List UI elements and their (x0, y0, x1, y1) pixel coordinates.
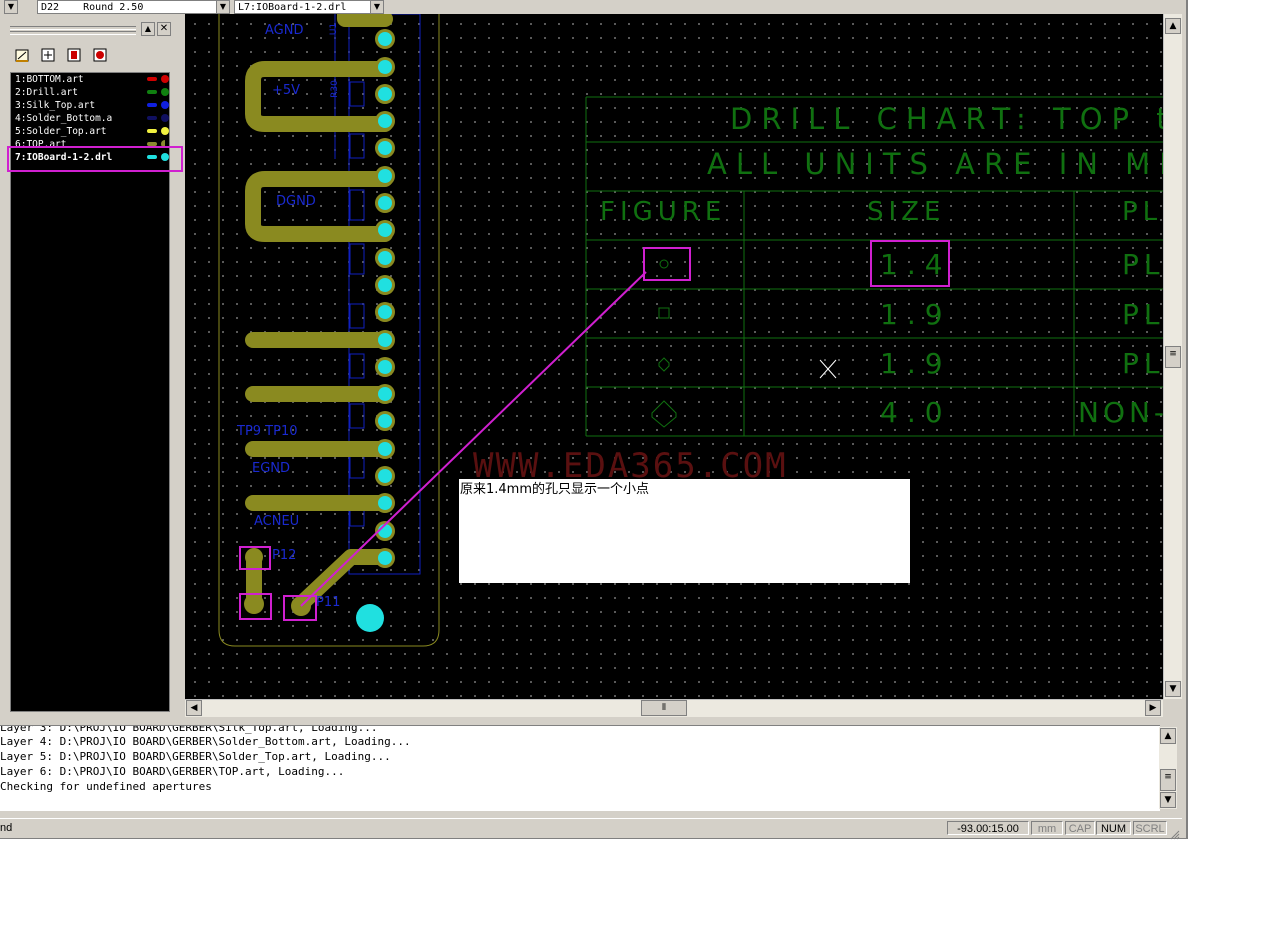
resize-grip-icon[interactable] (1170, 825, 1180, 840)
pcb-canvas[interactable]: AGND +5V DGND TP9 TP10 EGND ACNEU P12 P1… (185, 14, 1163, 699)
layer-color-dot (161, 127, 169, 135)
layer-label: 3:Silk_Top.art (15, 100, 96, 111)
layer-color-dot (161, 114, 169, 122)
dcode-select[interactable]: D22 Round 2.50 (37, 0, 217, 14)
drill-size-cell: 4.0 (880, 396, 952, 429)
layer-item-3[interactable]: 3:Silk_Top.art (15, 99, 169, 112)
panel-grip-2 (10, 31, 136, 35)
scroll-left-button[interactable]: ◀ (186, 700, 202, 716)
status-units: mm (1031, 821, 1063, 835)
panel-grip[interactable] (10, 26, 136, 30)
layer-label: 5:Solder_Top.art (15, 126, 107, 137)
drill-plated-cell: NON- (1078, 396, 1163, 429)
layer-color-swatch (147, 116, 157, 120)
layer-label: 2:Drill.art (15, 87, 78, 98)
horizontal-scrollbar[interactable]: ◀ ⦀ ▶ (185, 699, 1163, 717)
drill-plated-cell: PL (1122, 347, 1163, 380)
status-scrl: SCRL (1133, 821, 1167, 835)
layer-dropdown-button[interactable]: ▼ (370, 0, 384, 14)
chevron-down-icon[interactable]: ▼ (4, 0, 18, 14)
log-output: Layer 3: D:\PROJ\IO BOARD\GERBER\Silk_To… (0, 725, 1160, 811)
log-line: Layer 4: D:\PROJ\IO BOARD\GERBER\Solder_… (0, 735, 411, 748)
silk-label-tp9-tp10: TP9 TP10 (237, 424, 298, 439)
silk-label-acneu: ACNEU (254, 514, 300, 529)
drill-size-cell: 1.4 (880, 248, 952, 281)
layer-color-swatch (147, 90, 157, 94)
drill-chart-header-plated: PL (1122, 197, 1163, 227)
status-message: nd (0, 822, 13, 834)
app-window: ▼ D22 Round 2.50 ▼ L7:IOBoard-1-2.drl ▼ … (0, 0, 1188, 840)
silk-label-p12: P12 (272, 548, 297, 563)
scroll-down-button[interactable]: ▼ (1165, 681, 1181, 697)
log-scroll-down-button[interactable]: ▼ (1160, 792, 1176, 808)
drill-plated-cell: PL (1122, 298, 1163, 331)
panel-restore-button[interactable]: ▲ (141, 22, 155, 36)
drill-chart-header-size: SIZE (867, 197, 946, 227)
layer-item-2[interactable]: 2:Drill.art (15, 86, 169, 99)
horizontal-scroll-thumb[interactable]: ⦀ (641, 700, 687, 716)
silk-label-r30: R30 (329, 80, 340, 98)
layer-color-dot (161, 101, 169, 109)
vertical-scrollbar[interactable]: ▲ ≡ ▼ (1163, 14, 1182, 699)
status-num: NUM (1096, 821, 1131, 835)
silk-label-egnd: EGND (252, 461, 291, 476)
layer-color-dot (161, 88, 169, 96)
layer-label: 4:Solder_Bottom.a (15, 113, 113, 124)
drill-size-cell: 1.9 (880, 347, 952, 380)
drill-chart-units: ALL UNITS ARE IN MILL (707, 147, 1163, 181)
log-line: Layer 5: D:\PROJ\IO BOARD\GERBER\Solder_… (0, 750, 391, 763)
silk-label-u1: U1 (329, 22, 340, 36)
scroll-up-button[interactable]: ▲ (1165, 18, 1181, 34)
add-layer-icon[interactable] (39, 47, 57, 65)
layer-item-1[interactable]: 1:BOTTOM.art (15, 73, 169, 86)
vertical-scroll-thumb[interactable]: ≡ (1165, 346, 1181, 368)
status-cap: CAP (1065, 821, 1095, 835)
layer-item-5[interactable]: 5:Solder_Top.art (15, 125, 169, 138)
layer-label: 1:BOTTOM.art (15, 74, 84, 85)
silk-label-p11: P11 (316, 595, 341, 610)
panel-close-button[interactable]: ✕ (157, 22, 171, 36)
drill-plated-cell: PL (1122, 248, 1163, 281)
scroll-right-button[interactable]: ▶ (1145, 700, 1161, 716)
selected-layer-highlight (7, 146, 183, 172)
layer-color-swatch (147, 103, 157, 107)
layer-select[interactable]: L7:IOBoard-1-2.drl (234, 0, 374, 14)
log-line: Checking for undefined apertures (0, 780, 212, 793)
log-line: Layer 6: D:\PROJ\IO BOARD\GERBER\TOP.art… (0, 765, 345, 778)
layer-color-swatch (147, 129, 157, 133)
layer-color-dot (161, 75, 169, 83)
remove-layer-icon[interactable] (91, 47, 109, 65)
drill-size-cell: 1.9 (880, 298, 952, 331)
layer-props-icon[interactable] (65, 47, 83, 65)
annotation-note: 原来1.4mm的孔只显示一个小点 (459, 479, 910, 583)
silk-label-5v: +5V (272, 83, 301, 98)
dcode-dropdown-button[interactable]: ▼ (216, 0, 230, 14)
log-scroll-thumb[interactable]: ≡ (1160, 769, 1176, 791)
status-coords: -93.00:15.00 (947, 821, 1029, 835)
open-layer-icon[interactable] (13, 47, 31, 65)
log-scroll-up-button[interactable]: ▲ (1160, 728, 1176, 744)
status-bar: nd -93.00:15.00 mm CAP NUM SCRL (0, 818, 1182, 840)
log-scrollbar[interactable]: ▲ ≡ ▼ (1159, 727, 1177, 809)
drill-chart-title: DRILL CHART: TOP to (730, 102, 1163, 136)
drill-chart-header-figure: FIGURE (600, 197, 727, 227)
silk-label-agnd: AGND (265, 23, 304, 38)
layer-item-4[interactable]: 4:Solder_Bottom.a (15, 112, 169, 125)
silk-label-dgnd: DGND (276, 194, 316, 209)
layer-color-swatch (147, 77, 157, 81)
